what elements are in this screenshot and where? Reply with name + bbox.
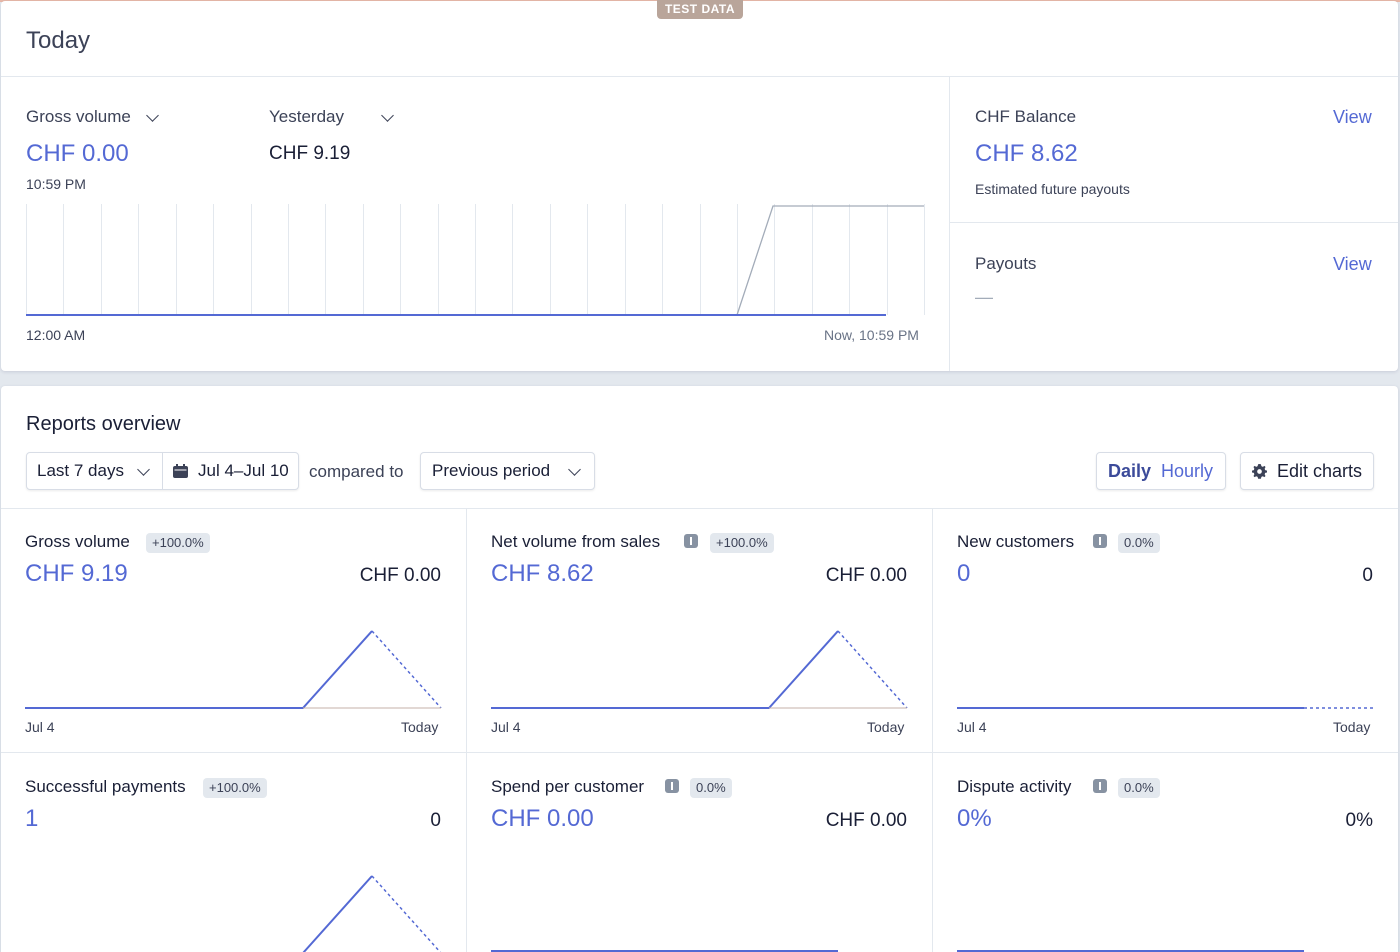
current-time: 10:59 PM bbox=[26, 176, 86, 192]
cell-axis-end: Today bbox=[867, 719, 905, 735]
current-period-line bbox=[25, 630, 373, 709]
cell-previous-value: CHF 0.00 bbox=[825, 565, 907, 586]
cell-sparkline bbox=[491, 630, 908, 709]
change-badge: +100.0% bbox=[710, 533, 774, 553]
change-badge: +100.0% bbox=[203, 778, 267, 798]
balance-subtitle: Estimated future payouts bbox=[975, 181, 1130, 197]
yesterday-line bbox=[736, 205, 924, 316]
gross-volume-label: Gross volume bbox=[26, 107, 131, 126]
balance-label: CHF Balance bbox=[975, 107, 1077, 126]
balance-value: CHF 8.62 bbox=[975, 140, 1078, 167]
chevron-down-icon bbox=[146, 109, 159, 122]
chevron-down-icon bbox=[381, 109, 394, 122]
edit-charts-button[interactable]: Edit charts bbox=[1240, 452, 1374, 490]
today-chart bbox=[26, 204, 925, 316]
cell-value: CHF 8.62 bbox=[491, 560, 594, 587]
cell-sparkline bbox=[25, 875, 442, 952]
partial-period-line bbox=[837, 630, 908, 709]
edit-charts-label: Edit charts bbox=[1277, 461, 1363, 481]
range-select[interactable]: Last 7 days bbox=[27, 453, 163, 489]
compare-period-label: Previous period bbox=[432, 461, 551, 480]
current-period-line bbox=[25, 875, 373, 952]
divider bbox=[1, 76, 1398, 77]
grid-divider bbox=[932, 508, 933, 952]
cell-sparkline bbox=[491, 950, 838, 952]
cell-title: Net volume from sales bbox=[491, 532, 661, 551]
chart-axis-end: Now, 10:59 PM bbox=[824, 327, 919, 343]
divider bbox=[949, 77, 950, 371]
gear-icon bbox=[1252, 464, 1267, 479]
cell-sparkline bbox=[957, 707, 1373, 709]
date-range-control: Last 7 days Jul 4–Jul 10 bbox=[26, 452, 299, 490]
cell-axis-end: Today bbox=[401, 719, 439, 735]
compare-period-label: Yesterday bbox=[269, 107, 344, 126]
cell-value: 1 bbox=[25, 805, 39, 832]
cell-previous-value: 0% bbox=[1345, 810, 1373, 831]
reports-overview-card: Reports overview Last 7 days Jul 4–Jul 1… bbox=[1, 386, 1398, 952]
gross-volume-value: CHF 0.00 bbox=[26, 140, 129, 167]
granularity-toggle: Daily Hourly bbox=[1096, 452, 1226, 490]
balance-view-link[interactable]: View bbox=[1333, 107, 1372, 128]
cell-title: Spend per customer bbox=[491, 777, 645, 796]
cell-previous-value: CHF 0.00 bbox=[359, 565, 441, 586]
cell-previous-value: 0 bbox=[430, 810, 441, 831]
cell-title: Gross volume bbox=[25, 532, 130, 551]
cell-value: 0% bbox=[957, 805, 992, 832]
cell-sparkline bbox=[25, 630, 442, 709]
compare-value: CHF 9.19 bbox=[269, 143, 351, 164]
partial-period-line bbox=[371, 875, 442, 952]
grid-divider bbox=[1, 752, 1398, 753]
compared-to-text: compared to bbox=[309, 462, 404, 481]
daily-toggle[interactable]: Daily bbox=[1108, 453, 1151, 489]
change-badge: 0.0% bbox=[1118, 533, 1160, 553]
chevron-down-icon bbox=[137, 463, 150, 476]
chevron-down-icon bbox=[568, 463, 581, 476]
cell-title: Dispute activity bbox=[957, 777, 1072, 796]
date-range-button[interactable]: Jul 4–Jul 10 bbox=[163, 453, 299, 489]
change-badge: 0.0% bbox=[1118, 778, 1160, 798]
payouts-view-link[interactable]: View bbox=[1333, 254, 1372, 275]
calendar-icon bbox=[173, 464, 188, 478]
today-title: Today bbox=[26, 27, 91, 54]
info-icon[interactable] bbox=[1093, 534, 1107, 548]
info-icon[interactable] bbox=[665, 779, 679, 793]
info-icon[interactable] bbox=[1093, 779, 1107, 793]
divider bbox=[950, 222, 1398, 223]
cell-axis-start: Jul 4 bbox=[491, 719, 521, 735]
current-period-line bbox=[491, 630, 839, 709]
hourly-toggle[interactable]: Hourly bbox=[1161, 453, 1213, 489]
cell-sparkline bbox=[957, 950, 1304, 952]
info-icon[interactable] bbox=[684, 534, 698, 548]
cell-previous-value: 0 bbox=[1362, 565, 1373, 586]
payouts-value: — bbox=[975, 287, 993, 307]
chart-axis-start: 12:00 AM bbox=[26, 327, 86, 343]
date-range-label: Jul 4–Jul 10 bbox=[198, 461, 289, 480]
cell-axis-start: Jul 4 bbox=[957, 719, 987, 735]
grid-divider bbox=[466, 508, 467, 952]
cell-value: 0 bbox=[957, 560, 971, 587]
cell-value: CHF 9.19 bbox=[25, 560, 128, 587]
payouts-label: Payouts bbox=[975, 254, 1037, 273]
change-badge: 0.0% bbox=[690, 778, 732, 798]
range-select-label: Last 7 days bbox=[37, 461, 124, 480]
reports-title: Reports overview bbox=[26, 413, 181, 435]
test-data-badge: TEST DATA bbox=[657, 0, 743, 19]
cell-title: Successful payments bbox=[25, 777, 186, 796]
partial-period-line bbox=[371, 630, 442, 709]
cell-title: New customers bbox=[957, 532, 1075, 551]
grid-divider bbox=[1, 508, 1398, 509]
cell-axis-end: Today bbox=[1333, 719, 1371, 735]
cell-axis-start: Jul 4 bbox=[25, 719, 55, 735]
compare-period-dropdown[interactable]: Previous period bbox=[420, 452, 595, 490]
cell-previous-value: CHF 0.00 bbox=[825, 810, 907, 831]
today-card: Today Gross volume CHF 0.00 10:59 PM Yes… bbox=[1, 1, 1398, 371]
cell-value: CHF 0.00 bbox=[491, 805, 594, 832]
change-badge: +100.0% bbox=[146, 533, 210, 553]
